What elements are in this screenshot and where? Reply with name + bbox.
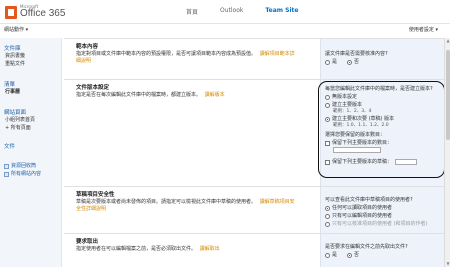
approval-yes-label: 是	[332, 59, 338, 65]
checkout-no-radio[interactable]	[347, 252, 353, 258]
settings-main: 範本內容 指定對項目或文件庫中範本內容的預設權限，是否可讓項目範本內容成為預設值…	[64, 38, 450, 267]
nav-heading-lists[interactable]: 清單	[4, 80, 61, 88]
approval-question: 讓文件庫是否需要核准內容?	[325, 51, 388, 57]
section-description: 指定使用者在可以編輯檔案之前，是否必須取出文件。	[76, 246, 197, 252]
section-description: 指定是否在每次編輯此文件庫中的檔案時，都建立版本。	[76, 92, 202, 98]
nav-home[interactable]: 首頁	[186, 7, 198, 16]
site-actions-menu[interactable]: 網站動作 ▾	[4, 26, 28, 33]
nav-team-site[interactable]: Team Site	[265, 7, 298, 16]
nav-item-all-pages[interactable]: + 所有頁面	[4, 124, 61, 132]
section-require-checkout: 要求取出 指定使用者在可以編輯檔案之前，是否必須取出文件。 讀解取出 是否要求在…	[64, 233, 450, 267]
section-description: 草稿是次要版本或者尚未發佈的項目。請指定可以檢視此文件庫中草稿的使用者。	[76, 199, 257, 205]
all-site-content-link[interactable]: 所有網站內容	[4, 170, 61, 178]
checkout-no-label: 否	[354, 252, 360, 258]
scroll-up-arrow-icon[interactable]: ▲	[445, 38, 450, 44]
section-title: 要求取出	[76, 239, 99, 245]
editors-only-label: 只有可以編輯項目的使用者	[332, 213, 393, 219]
section-title: 文件版本設定	[76, 85, 110, 91]
approvers-only-label: 只有可以核准項目的使用者 (和項目的作者)	[332, 221, 428, 227]
brand-office365: Office 365	[20, 8, 66, 19]
office365-logo[interactable]: Microsoft Office 365	[5, 5, 65, 19]
quick-launch: 文件庫 資訊書籤 重點文件 清單 行事曆 網站頁面 小組列表首頁 + 所有頁面 …	[0, 38, 62, 267]
checkout-yes-radio[interactable]	[325, 252, 330, 258]
versioning-highlight-outline	[318, 81, 445, 178]
any-reader-label: 任何可以讀取項目的使用者	[332, 205, 393, 211]
section-draft-security: 草稿項目安全性 草稿是次要版本或者尚未發佈的項目。請指定可以檢視此文件庫中草稿的…	[64, 186, 450, 233]
editors-only-radio[interactable]	[325, 213, 330, 219]
approval-no-label: 否	[354, 59, 360, 65]
nav-item-key-docs[interactable]: 重點文件	[4, 60, 61, 68]
nav-item-bookmarks[interactable]: 資訊書籤	[4, 52, 61, 60]
draft-security-question: 可以查看此文件庫中草稿項目的使用者?	[325, 197, 413, 203]
learn-versioning-link[interactable]: 讀解版本	[205, 92, 225, 98]
top-bar: Microsoft Office 365 首頁 Outlook Team Sit…	[0, 0, 450, 24]
action-bar: 網站動作 ▾ 使用者設定 ▾	[0, 24, 450, 35]
checkout-question: 是否要求在編輯文件之前先取出文件?	[325, 244, 408, 250]
section-title: 範本內容	[76, 44, 99, 50]
site-content-icon	[4, 171, 9, 177]
recycle-bin-link[interactable]: 資源回收筒	[4, 162, 61, 170]
nav-heading-documents[interactable]: 文件	[4, 142, 61, 150]
all-site-content-label: 所有網站內容	[11, 171, 42, 177]
scroll-thumb[interactable]	[446, 50, 450, 140]
approval-yes-radio[interactable]	[325, 59, 330, 65]
nav-heading-libraries[interactable]: 文件庫	[4, 44, 61, 52]
nav-heading-site-pages[interactable]: 網站頁面	[4, 108, 61, 116]
top-nav: 首頁 Outlook Team Site	[186, 7, 320, 16]
approvers-only-radio[interactable]	[325, 221, 330, 227]
learn-checkout-link[interactable]: 讀解取出	[200, 246, 220, 252]
nav-item-team-home[interactable]: 小組列表首頁	[4, 116, 61, 124]
nav-item-calendar[interactable]: 行事曆	[4, 88, 61, 96]
checkout-yes-label: 是	[332, 252, 338, 258]
office-icon	[5, 5, 17, 19]
section-content-approval: 範本內容 指定對項目或文件庫中範本內容的預設權限，是否可讓項目範本內容成為預設值…	[64, 38, 450, 79]
approval-no-radio[interactable]	[347, 59, 353, 65]
recycle-bin-icon	[4, 163, 9, 169]
nav-outlook[interactable]: Outlook	[220, 7, 243, 16]
recycle-bin-label: 資源回收筒	[11, 163, 37, 169]
vertical-scrollbar[interactable]: ▲ ▼	[444, 38, 450, 267]
section-title: 草稿項目安全性	[76, 192, 115, 198]
user-settings-menu[interactable]: 使用者設定 ▾	[409, 26, 438, 33]
scroll-down-arrow-icon[interactable]: ▼	[445, 261, 450, 267]
section-description: 指定對項目或文件庫中範本內容的預設權限，是否可讓項目範本內容成為預設值。	[76, 51, 257, 57]
any-reader-radio[interactable]	[325, 205, 330, 211]
